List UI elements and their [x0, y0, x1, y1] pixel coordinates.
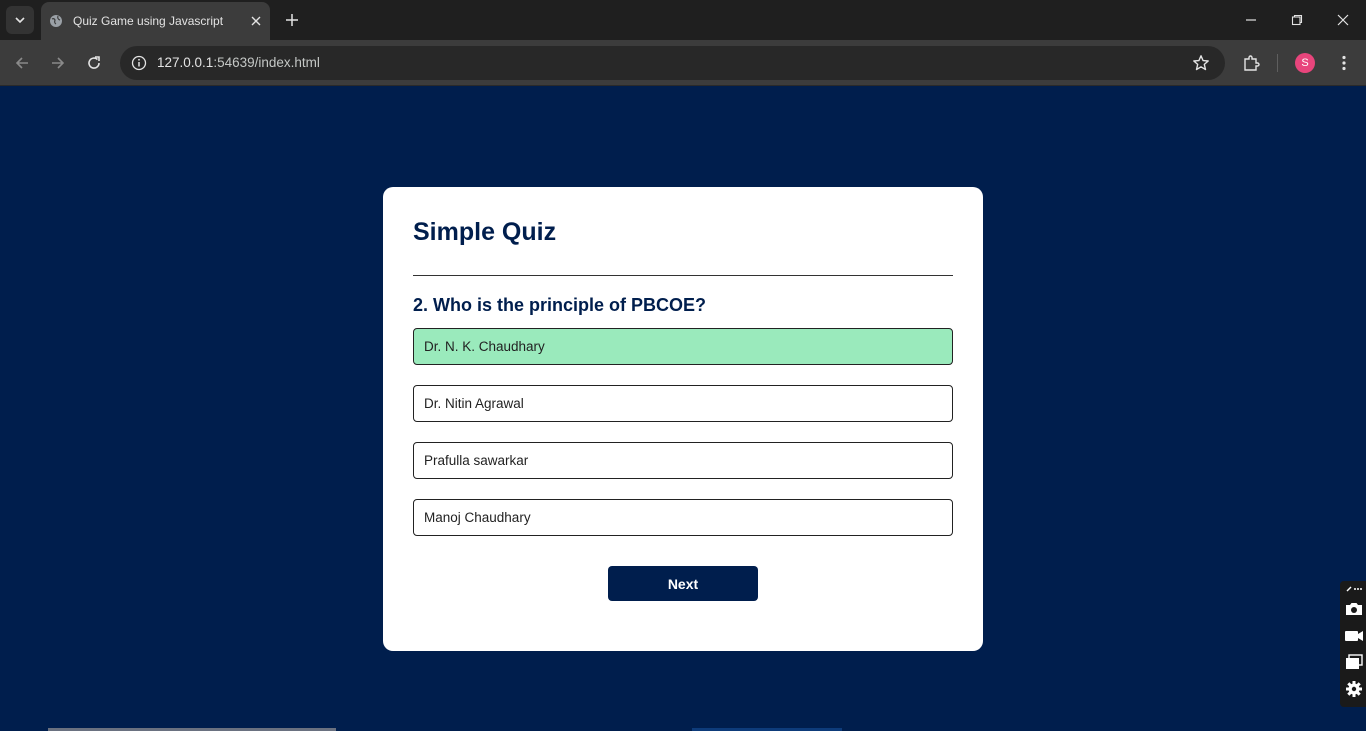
- url-host: 127.0.0.1: [157, 55, 214, 70]
- more-menu-icon[interactable]: [1332, 51, 1356, 75]
- link-more-icon[interactable]: [1343, 583, 1365, 595]
- answer-button-4[interactable]: Manoj Chaudhary: [413, 499, 953, 536]
- restore-icon[interactable]: [1285, 8, 1309, 32]
- profile-avatar[interactable]: S: [1295, 53, 1315, 73]
- answer-button-1[interactable]: Dr. N. K. Chaudhary: [413, 328, 953, 365]
- close-tab-icon[interactable]: [246, 11, 266, 31]
- window-capture-icon[interactable]: [1343, 652, 1365, 672]
- answer-button-2[interactable]: Dr. Nitin Agrawal: [413, 385, 953, 422]
- url-text: 127.0.0.1:54639/index.html: [157, 55, 320, 70]
- extensions-puzzle-icon[interactable]: [1239, 51, 1263, 75]
- settings-gear-icon[interactable]: [1343, 679, 1365, 699]
- toolbar-separator: [1277, 54, 1278, 72]
- tab-title: Quiz Game using Javascript: [73, 14, 224, 28]
- forward-arrow-icon[interactable]: [46, 51, 70, 75]
- video-camera-icon[interactable]: [1343, 626, 1365, 646]
- browser-tab-bar: Quiz Game using Javascript: [0, 0, 1366, 40]
- new-tab-plus-icon[interactable]: [280, 8, 304, 32]
- quiz-card: Simple Quiz 2. Who is the principle of P…: [383, 187, 983, 651]
- minimize-icon[interactable]: [1239, 8, 1263, 32]
- browser-toolbar: 127.0.0.1:54639/index.html S: [0, 40, 1366, 86]
- quiz-title: Simple Quiz: [413, 218, 557, 246]
- globe-icon: [49, 14, 63, 28]
- back-arrow-icon[interactable]: [10, 51, 34, 75]
- capture-toolbar: [1340, 581, 1366, 707]
- site-info-icon[interactable]: [126, 50, 152, 76]
- camera-icon[interactable]: [1343, 599, 1365, 619]
- browser-tab[interactable]: Quiz Game using Javascript: [41, 2, 270, 40]
- answer-button-3[interactable]: Prafulla sawarkar: [413, 442, 953, 479]
- url-path: :54639/index.html: [213, 55, 320, 70]
- question-text: 2. Who is the principle of PBCOE?: [413, 295, 707, 315]
- reload-icon[interactable]: [82, 51, 106, 75]
- title-divider: [413, 275, 953, 276]
- address-bar[interactable]: 127.0.0.1:54639/index.html: [120, 46, 1225, 80]
- next-button[interactable]: Next: [608, 566, 758, 601]
- close-window-icon[interactable]: [1331, 8, 1355, 32]
- bookmark-star-icon[interactable]: [1191, 53, 1211, 73]
- tab-search-chevron-down-icon[interactable]: [6, 6, 34, 34]
